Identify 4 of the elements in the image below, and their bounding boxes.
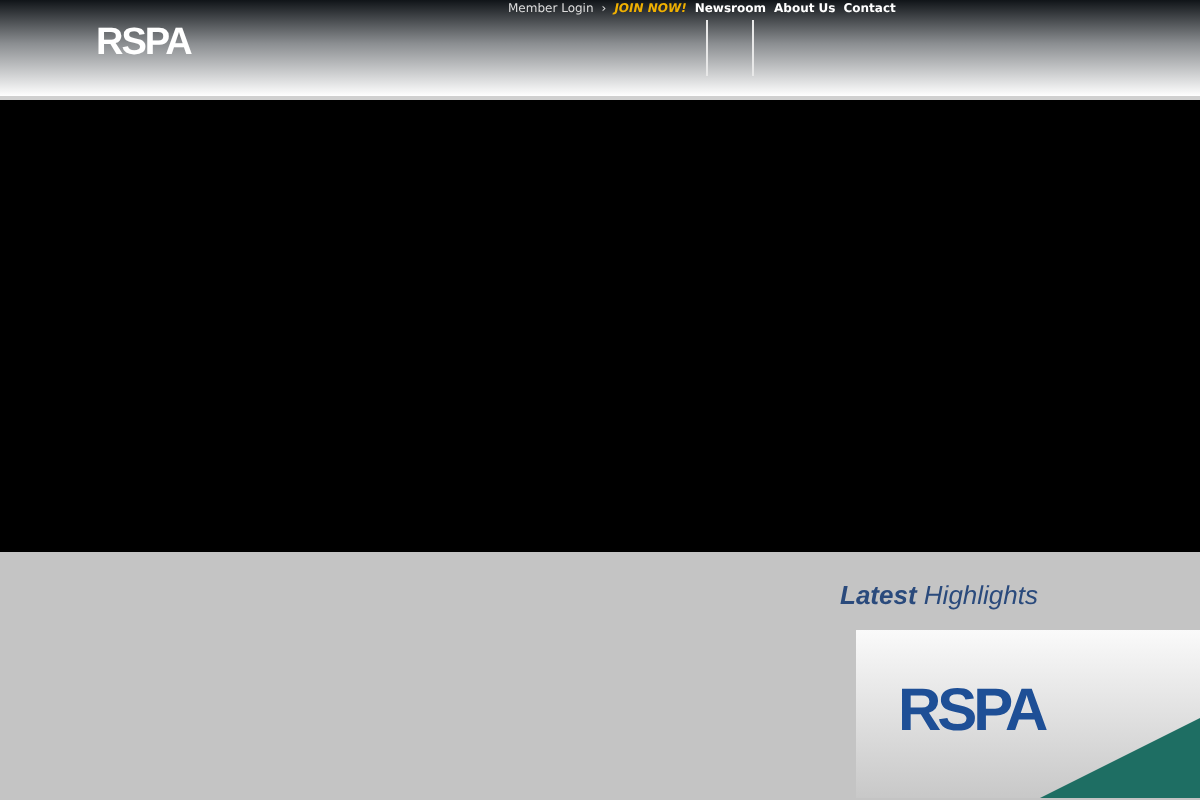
- logo[interactable]: RSPA: [96, 22, 191, 66]
- card-logo: RSPA: [898, 678, 1045, 746]
- section-title: Latest Highlights: [840, 580, 1041, 610]
- highlight-card[interactable]: RSPA: [856, 630, 1200, 798]
